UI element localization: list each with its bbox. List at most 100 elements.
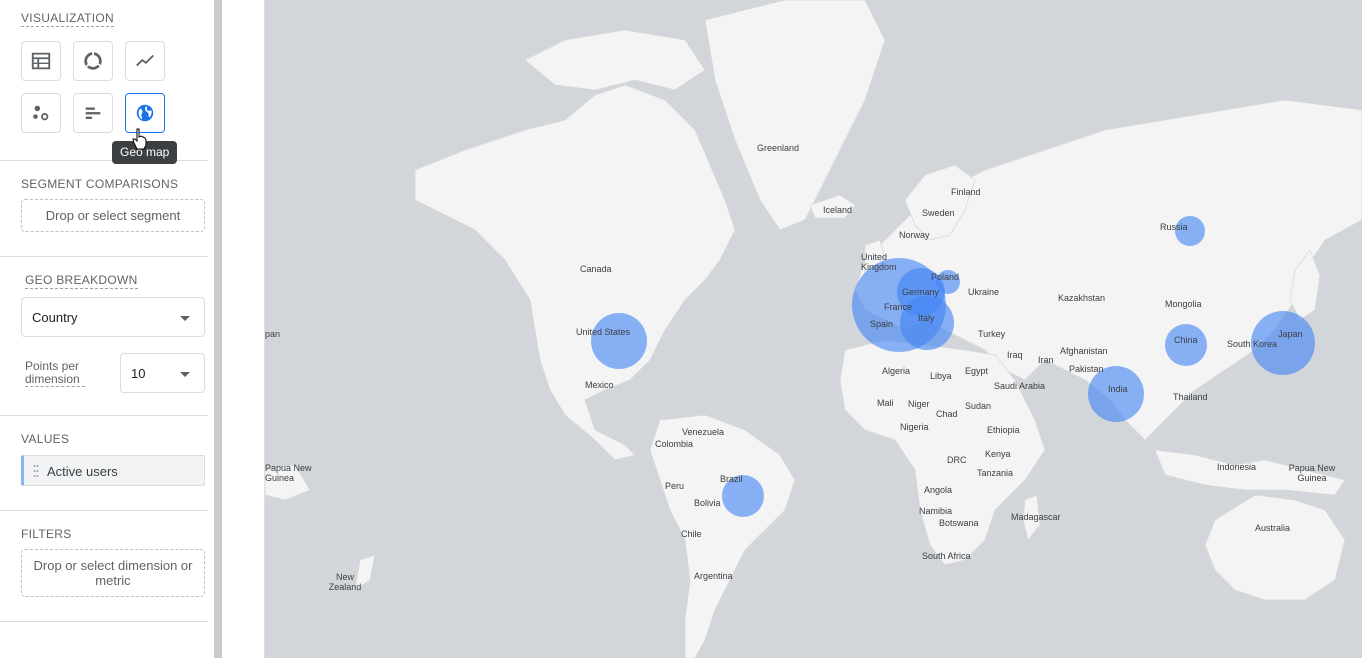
- map-label: Iraq: [1007, 350, 1023, 360]
- scatter-viz-button[interactable]: [21, 93, 61, 133]
- map-label: Ukraine: [968, 287, 1000, 297]
- active-users-label: Active users: [47, 464, 118, 479]
- points-per-dimension-select[interactable]: 10: [120, 353, 205, 393]
- map-label: Chad: [936, 409, 958, 419]
- world-map: [265, 0, 1362, 658]
- map-label: Madagascar: [1011, 512, 1061, 522]
- map-label: Angola: [924, 485, 953, 495]
- donut-viz-button[interactable]: [73, 41, 113, 81]
- map-label: DRC: [947, 455, 967, 465]
- map-label: Venezuela: [682, 427, 725, 437]
- map-label: Sweden: [922, 208, 955, 218]
- land-greenland: [704, 0, 886, 231]
- map-label: Peru: [665, 481, 685, 491]
- map-label: Brazil: [720, 474, 743, 484]
- map-label: Germany: [902, 287, 940, 297]
- settings-panel: VISUALIZATION Geo map SEGMENT COMPARISON…: [0, 0, 214, 658]
- segment-comparisons-section: SEGMENT COMPARISONS Drop or select segme…: [0, 161, 208, 257]
- map-label: Botswana: [939, 518, 979, 528]
- map-label: Niger: [908, 399, 930, 409]
- map-label: United States: [576, 327, 631, 337]
- map-label: France: [884, 302, 913, 312]
- map-label: Saudi Arabia: [994, 381, 1046, 391]
- map-label: India: [1108, 384, 1128, 394]
- donut-chart-icon: [84, 51, 102, 70]
- map-label: United Kingdom: [861, 252, 897, 272]
- map-label: Libya: [930, 371, 952, 381]
- map-label: Argentina: [694, 571, 733, 581]
- bubble-united-states[interactable]: [591, 313, 647, 369]
- scatter-plot-icon: [33, 105, 49, 121]
- filters-title: FILTERS: [21, 527, 72, 541]
- active-users-metric-chip[interactable]: Active users: [21, 455, 205, 486]
- map-label: Egypt: [965, 366, 989, 376]
- globe-icon: [136, 104, 154, 122]
- land-arctic-islands: [524, 29, 706, 91]
- map-label: pan: [265, 329, 281, 339]
- filters-section: FILTERS Drop or select dimension or metr…: [0, 511, 208, 622]
- points-per-dimension-label: Points per dimension: [25, 360, 85, 387]
- map-label: Afghanistan: [1060, 346, 1108, 356]
- map-label: Greenland: [757, 143, 800, 153]
- table-icon: [31, 52, 51, 70]
- table-viz-button[interactable]: [21, 41, 61, 81]
- geo-map-viz-button[interactable]: [125, 93, 165, 133]
- bar-viz-button[interactable]: [73, 93, 113, 133]
- map-label: New Zealand: [328, 572, 362, 592]
- bar-chart-icon: [85, 107, 101, 119]
- filter-drop-zone[interactable]: Drop or select dimension or metric: [21, 549, 205, 597]
- map-label: Namibia: [919, 506, 953, 516]
- map-label: Bolivia: [694, 498, 721, 508]
- map-label: Indonesia: [1217, 462, 1257, 472]
- bubble-india[interactable]: [1088, 366, 1144, 422]
- hand-cursor-icon: [132, 128, 147, 150]
- map-label: Papua New Guinea: [1288, 463, 1336, 483]
- panel-gutter: [222, 0, 265, 658]
- map-label: Sudan: [965, 401, 992, 411]
- segment-comparisons-title: SEGMENT COMPARISONS: [21, 177, 179, 191]
- map-label: Mexico: [585, 380, 614, 390]
- visualization-title: VISUALIZATION: [21, 11, 115, 27]
- map-label: Iceland: [823, 205, 853, 215]
- map-label: Pakistan: [1069, 364, 1104, 374]
- map-label: Tanzania: [977, 468, 1014, 478]
- line-chart-icon: [136, 54, 154, 67]
- map-label: Mongolia: [1165, 299, 1202, 309]
- bubble-china[interactable]: [1165, 324, 1207, 366]
- map-label: Thailand: [1173, 392, 1208, 402]
- map-label: Australia: [1255, 523, 1291, 533]
- line-viz-button[interactable]: [125, 41, 165, 81]
- map-label: Poland: [931, 272, 960, 282]
- segment-drop-zone[interactable]: Drop or select segment: [21, 199, 205, 232]
- land-south-america: [649, 414, 796, 658]
- map-label: Kazakhstan: [1058, 293, 1106, 303]
- map-label: Spain: [870, 319, 894, 329]
- map-label: Kenya: [985, 449, 1011, 459]
- geo-breakdown-section: GEO BREAKDOWN Country Points per dimensi…: [0, 257, 208, 416]
- visualization-section: VISUALIZATION Geo map: [0, 0, 208, 164]
- map-label: South Africa: [922, 551, 971, 561]
- land-north-america: [414, 84, 736, 461]
- map-label: Chile: [681, 529, 702, 539]
- map-label: Papua New Guinea: [265, 463, 312, 483]
- geo-dimension-select[interactable]: Country: [21, 297, 205, 337]
- map-label: Nigeria: [900, 422, 929, 432]
- chevron-down-icon: [180, 372, 190, 377]
- geo-breakdown-title: GEO BREAKDOWN: [25, 273, 138, 289]
- map-label: South Korea: [1227, 339, 1278, 349]
- map-label: Japan: [1278, 329, 1303, 339]
- panel-scrollbar[interactable]: [214, 0, 222, 658]
- map-label: Colombia: [655, 439, 694, 449]
- map-label: Turkey: [978, 329, 1006, 339]
- values-title: VALUES: [21, 432, 70, 446]
- land-australia: [1204, 494, 1346, 601]
- geo-map[interactable]: Greenland Iceland Finland Sweden Norway …: [265, 0, 1362, 658]
- map-label: China: [1174, 335, 1198, 345]
- drag-handle-icon[interactable]: [33, 464, 39, 478]
- map-label: Iran: [1038, 355, 1054, 365]
- map-label: Canada: [580, 264, 612, 274]
- map-label: Norway: [899, 230, 930, 240]
- points-per-dimension-value: 10: [131, 366, 146, 381]
- chevron-down-icon: [180, 316, 190, 321]
- map-label: Russia: [1160, 222, 1188, 232]
